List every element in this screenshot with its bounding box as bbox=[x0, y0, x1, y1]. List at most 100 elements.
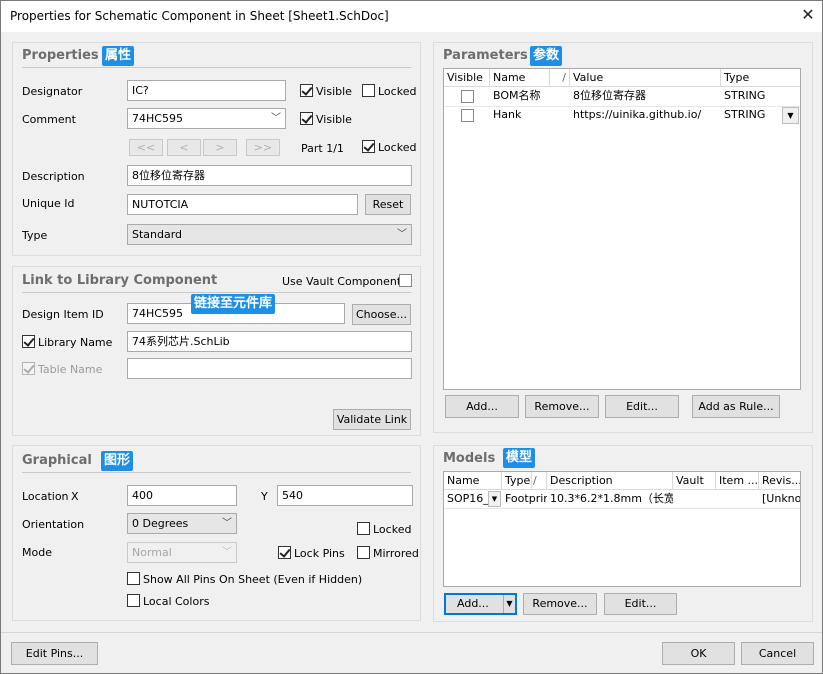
model-edit-button[interactable]: Edit... bbox=[604, 593, 677, 615]
col-name[interactable]: Name bbox=[490, 69, 550, 87]
library-name-input[interactable]: 74系列芯片.SchLib bbox=[127, 331, 412, 352]
chevron-down-icon: ﹀ bbox=[397, 229, 407, 240]
comment-visible-checkbox[interactable] bbox=[300, 112, 313, 125]
col-vault[interactable]: Vault bbox=[673, 472, 716, 490]
prev-part-button[interactable]: < bbox=[167, 139, 201, 156]
graphical-locked-label: Locked bbox=[373, 523, 412, 536]
row-visible-checkbox[interactable] bbox=[461, 90, 474, 103]
table-row[interactable]: SOP16_ ▼ Footprir 10.3*6.2*1.8mm（长宽高 [Un… bbox=[444, 490, 800, 508]
param-edit-button[interactable]: Edit... bbox=[605, 395, 679, 418]
row-value: 8位移位寄存器 bbox=[573, 89, 646, 102]
col-visible[interactable]: Visible bbox=[444, 69, 490, 87]
show-all-pins-label: Show All Pins On Sheet (Even if Hidden) bbox=[143, 573, 363, 586]
row-value: https://uinika.github.io/ bbox=[573, 108, 702, 121]
row-type: Footprir bbox=[505, 492, 547, 505]
lock-pins-label: Lock Pins bbox=[294, 547, 345, 560]
use-vault-checkbox[interactable] bbox=[399, 274, 412, 287]
mirrored-label: Mirrored bbox=[373, 547, 419, 560]
table-name-label: Table Name bbox=[38, 363, 103, 376]
col-sort[interactable]: / bbox=[532, 472, 547, 490]
choose-button[interactable]: Choose... bbox=[352, 304, 411, 325]
link-title: Link to Library Component bbox=[22, 273, 218, 288]
mode-combo[interactable]: Normal ﹀ bbox=[127, 542, 237, 563]
row-divider bbox=[444, 508, 800, 509]
local-colors-checkbox[interactable] bbox=[127, 594, 140, 607]
designator-input[interactable]: IC? bbox=[127, 80, 286, 101]
model-add-label: Add... bbox=[457, 597, 489, 610]
parameters-table: Visible Name / Value Type BOM名称 8位移位寄存器 … bbox=[443, 68, 801, 390]
use-vault-label: Use Vault Component bbox=[282, 275, 402, 288]
col-description[interactable]: Description bbox=[547, 472, 673, 490]
row-visible-checkbox[interactable] bbox=[461, 109, 474, 122]
description-input[interactable]: 8位移位寄存器 bbox=[127, 165, 412, 186]
parameters-tag: 参数 bbox=[530, 46, 563, 66]
part-locked-label: Locked bbox=[378, 141, 417, 154]
close-icon[interactable]: ✕ bbox=[801, 5, 815, 25]
row-name: Hank bbox=[493, 108, 522, 121]
models-title: Models bbox=[443, 451, 496, 466]
first-part-button[interactable]: << bbox=[129, 139, 163, 156]
description-label: Description bbox=[22, 170, 85, 183]
last-part-button[interactable]: >> bbox=[246, 139, 280, 156]
type-combo[interactable]: Standard ﹀ bbox=[127, 224, 412, 245]
row-revision: [Unkno bbox=[762, 492, 800, 505]
table-row[interactable]: Hank https://uinika.github.io/ STRING ▼ bbox=[444, 106, 800, 125]
properties-dialog: Properties for Schematic Component in Sh… bbox=[0, 0, 823, 674]
mode-value: Normal bbox=[132, 546, 172, 559]
dropdown-arrow-icon: ▼ bbox=[506, 599, 513, 608]
location-x-input[interactable]: 400 bbox=[127, 485, 237, 506]
graphical-divider bbox=[22, 472, 411, 473]
unique-id-input[interactable]: NUTOTCIA bbox=[127, 194, 358, 215]
row-type: STRING bbox=[724, 108, 766, 121]
col-name[interactable]: Name bbox=[444, 472, 502, 490]
comment-combo[interactable]: 74HC595 ﹀ bbox=[127, 108, 286, 129]
location-label: Location bbox=[22, 490, 69, 503]
col-value[interactable]: Value bbox=[570, 69, 721, 87]
name-dropdown[interactable]: ▼ bbox=[488, 491, 501, 507]
graphical-locked-checkbox[interactable] bbox=[357, 522, 370, 535]
table-row[interactable]: BOM名称 8位移位寄存器 STRING bbox=[444, 87, 800, 106]
col-type[interactable]: Type bbox=[502, 472, 532, 490]
validate-link-button[interactable]: Validate Link bbox=[333, 409, 411, 430]
dropdown-arrow-icon: ▼ bbox=[787, 111, 794, 120]
properties-title: Properties bbox=[22, 48, 99, 63]
type-dropdown[interactable]: ▼ bbox=[782, 107, 799, 124]
model-remove-button[interactable]: Remove... bbox=[523, 593, 597, 615]
col-sort[interactable]: / bbox=[550, 69, 570, 87]
orientation-combo[interactable]: 0 Degrees ﹀ bbox=[127, 513, 237, 534]
design-item-label: Design Item ID bbox=[22, 308, 104, 321]
mirrored-checkbox[interactable] bbox=[357, 546, 370, 559]
title-bar: Properties for Schematic Component in Sh… bbox=[1, 1, 822, 32]
param-remove-button[interactable]: Remove... bbox=[525, 395, 599, 418]
col-item[interactable]: Item ... bbox=[716, 472, 759, 490]
comment-value: 74HC595 bbox=[132, 112, 183, 125]
reset-button[interactable]: Reset bbox=[365, 194, 411, 215]
designator-locked-label: Locked bbox=[378, 85, 417, 98]
show-all-pins-checkbox[interactable] bbox=[127, 572, 140, 585]
designator-locked-checkbox[interactable] bbox=[362, 84, 375, 97]
part-label: Part 1/1 bbox=[301, 142, 344, 155]
library-name-checkbox[interactable] bbox=[22, 335, 35, 348]
table-name-input[interactable] bbox=[127, 358, 412, 379]
dropdown-arrow-icon: ▼ bbox=[491, 495, 498, 503]
location-y-input[interactable]: 540 bbox=[277, 485, 413, 506]
param-add-rule-button[interactable]: Add as Rule... bbox=[692, 395, 780, 418]
link-divider bbox=[22, 292, 411, 293]
ok-button[interactable]: OK bbox=[662, 642, 735, 665]
location-x-label: X bbox=[71, 490, 79, 503]
param-add-button[interactable]: Add... bbox=[445, 395, 519, 418]
cancel-button[interactable]: Cancel bbox=[741, 642, 814, 665]
designator-visible-label: Visible bbox=[316, 85, 352, 98]
location-y-label: Y bbox=[261, 490, 268, 503]
comment-label: Comment bbox=[22, 113, 76, 126]
lock-pins-checkbox[interactable] bbox=[278, 546, 291, 559]
part-locked-checkbox[interactable] bbox=[362, 140, 375, 153]
model-add-dropdown[interactable]: ▼ bbox=[503, 595, 515, 613]
next-part-button[interactable]: > bbox=[203, 139, 237, 156]
designator-visible-checkbox[interactable] bbox=[300, 84, 313, 97]
orientation-label: Orientation bbox=[22, 518, 85, 531]
col-type[interactable]: Type bbox=[721, 69, 800, 87]
col-revision[interactable]: Revis... bbox=[759, 472, 800, 490]
edit-pins-button[interactable]: Edit Pins... bbox=[11, 642, 98, 665]
table-name-checkbox[interactable] bbox=[22, 362, 35, 375]
